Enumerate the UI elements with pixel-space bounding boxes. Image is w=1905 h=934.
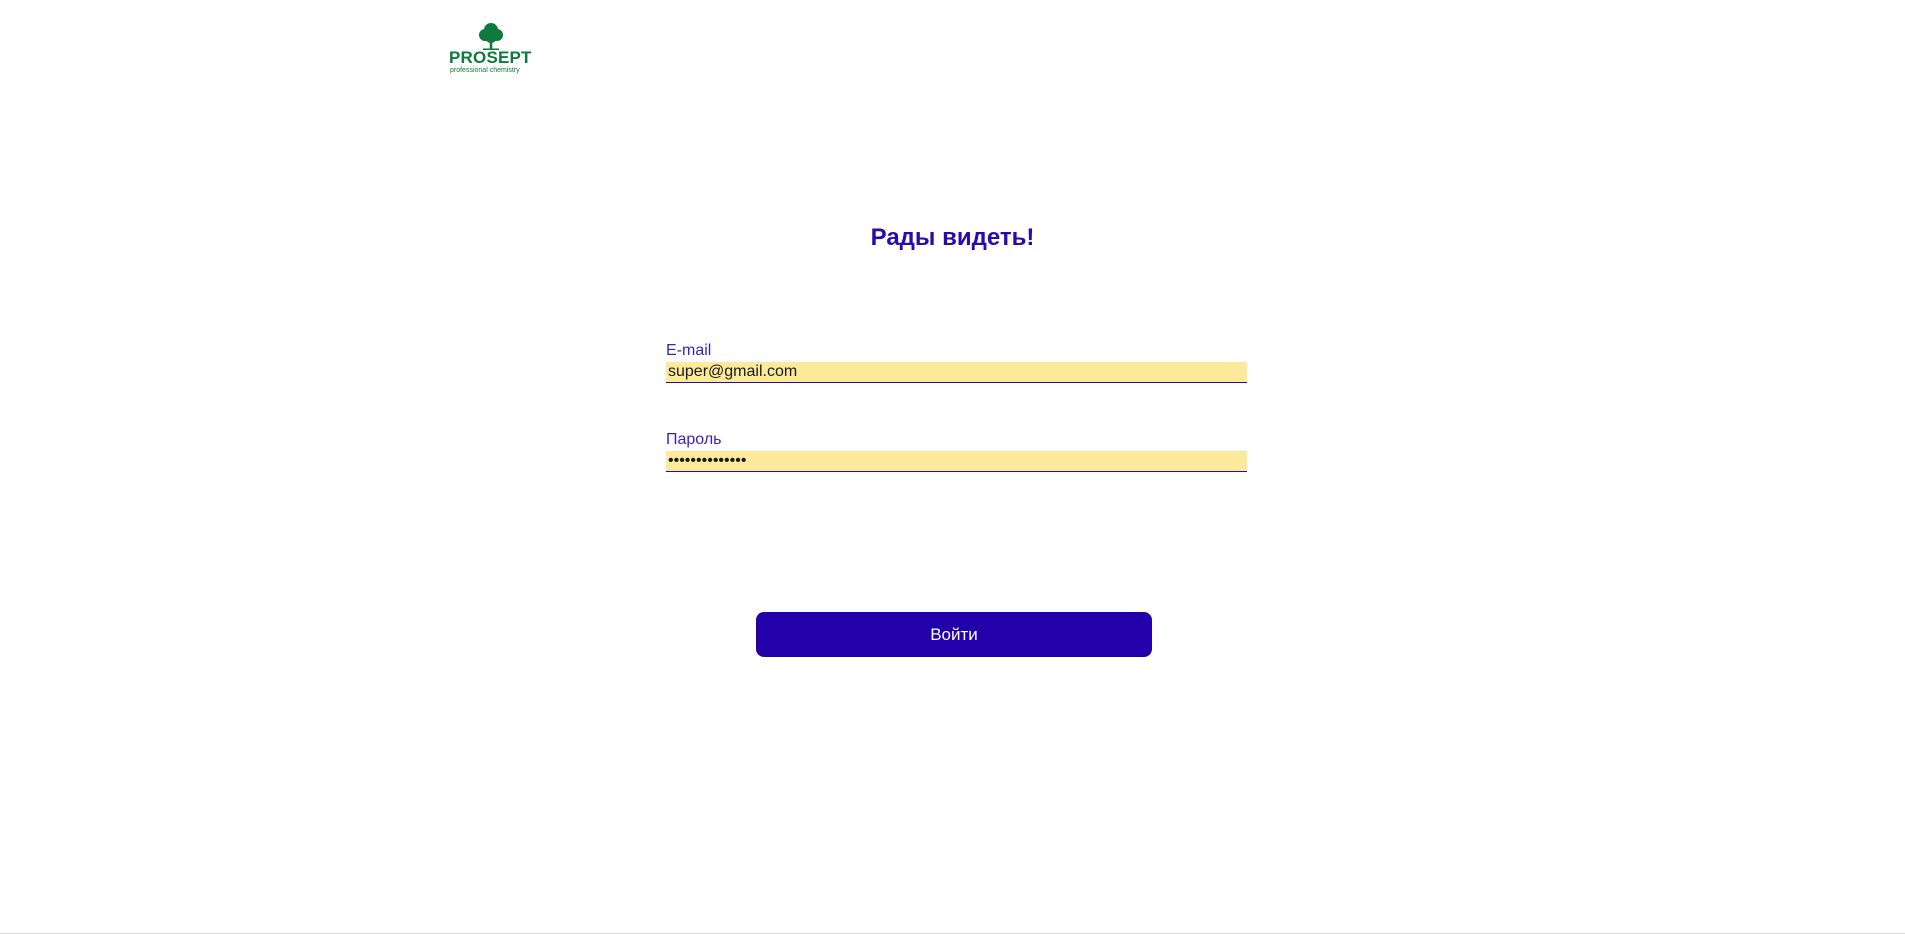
logo-brand-name: PROSEPT [449,48,532,67]
tree-icon [479,23,503,50]
password-input[interactable] [666,451,1247,472]
login-button[interactable]: Войти [756,612,1152,657]
password-field-group: Пароль [666,431,1247,472]
logo-tagline: professional chemistry [450,67,520,74]
email-input[interactable] [666,362,1247,383]
email-field-group: E-mail [666,342,1247,383]
prosept-logo[interactable]: PROSEPT professional chemistry [449,22,534,78]
password-label: Пароль [666,431,722,448]
page-title: Рады видеть! [870,224,1035,251]
email-label: E-mail [666,342,712,359]
login-page: PROSEPT professional chemistry Рады виде… [0,0,1905,934]
